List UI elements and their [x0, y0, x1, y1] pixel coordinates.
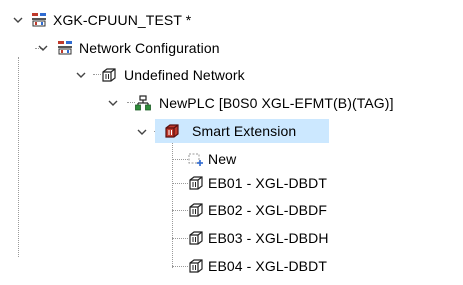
tree-item-label: Undefined Network	[124, 67, 245, 83]
tree-item-new[interactable]: New	[0, 147, 463, 171]
chevron-down-icon[interactable]	[37, 42, 49, 54]
tree-item-label: New	[208, 151, 237, 167]
tree-item-eb04[interactable]: EB04 - XGL-DBDT	[0, 254, 463, 278]
network-project-icon	[57, 40, 73, 56]
module-block-icon	[101, 67, 117, 83]
chevron-down-icon[interactable]	[75, 69, 87, 81]
chevron-down-icon[interactable]	[107, 97, 119, 109]
tree-item-smart-extension[interactable]: Smart Extension	[155, 119, 329, 143]
module-block-icon	[188, 230, 204, 246]
tree-item-label: EB02 - XGL-DBDF	[208, 202, 327, 218]
tree-item-label: Smart Extension	[192, 123, 297, 139]
tree-item-undefined-network[interactable]: Undefined Network	[0, 63, 463, 87]
module-block-icon	[188, 258, 204, 274]
new-item-icon	[188, 151, 204, 167]
tree-item-label: NewPLC [B0S0 XGL-EFMT(B)(TAG)]	[159, 95, 394, 111]
tree-item-newplc[interactable]: NewPLC [B0S0 XGL-EFMT(B)(TAG)]	[0, 91, 463, 115]
module-block-icon	[188, 175, 204, 191]
chevron-down-icon[interactable]	[12, 14, 24, 26]
tree-item-eb03[interactable]: EB03 - XGL-DBDH	[0, 226, 463, 250]
project-tree: XGK-CPUUN_TEST * Network Configuration U…	[0, 0, 463, 285]
chevron-down-icon[interactable]	[136, 126, 148, 138]
tree-item-eb01[interactable]: EB01 - XGL-DBDT	[0, 171, 463, 195]
tree-item-root[interactable]: XGK-CPUUN_TEST *	[0, 8, 463, 32]
module-block-icon	[188, 202, 204, 218]
network-project-icon	[31, 12, 47, 28]
tree-item-network-configuration[interactable]: Network Configuration	[0, 36, 463, 60]
tree-item-label: EB03 - XGL-DBDH	[208, 230, 329, 246]
tree-item-label: EB01 - XGL-DBDT	[208, 175, 327, 191]
tree-item-label: XGK-CPUUN_TEST *	[53, 12, 192, 28]
tree-item-label: EB04 - XGL-DBDT	[208, 258, 327, 274]
tree-item-eb02[interactable]: EB02 - XGL-DBDF	[0, 198, 463, 222]
tree-item-label: Network Configuration	[79, 40, 220, 56]
module-block-icon	[164, 123, 180, 139]
plc-network-node-icon	[135, 95, 151, 111]
